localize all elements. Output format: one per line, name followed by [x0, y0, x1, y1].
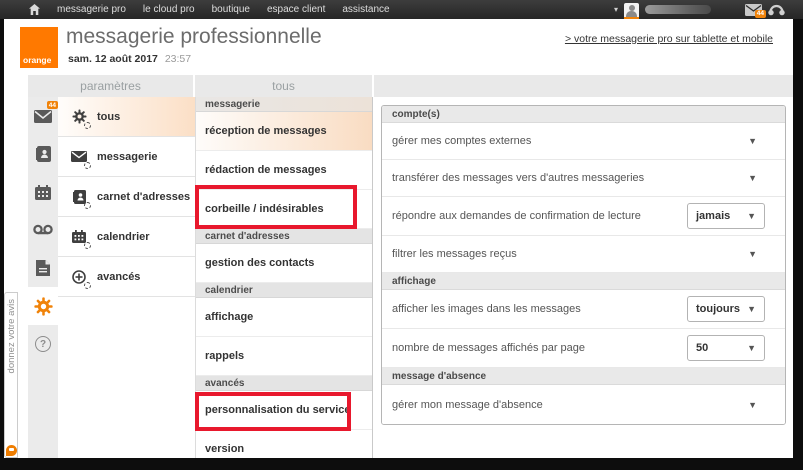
row-label: répondre aux demandes de confirmation de…	[392, 210, 641, 222]
user-name-redacted	[645, 5, 711, 14]
row-label: nombre de messages affichés par page	[392, 342, 585, 354]
panel-row-confirmation-lecture: répondre aux demandes de confirmation de…	[382, 197, 785, 236]
address-book-small-icon	[70, 189, 88, 205]
category-item-gestion-contacts[interactable]: gestion des contacts	[196, 244, 372, 283]
settings-item-messagerie[interactable]: messagerie	[58, 137, 195, 177]
category-item-version[interactable]: version	[196, 430, 372, 458]
panel-row-afficher-images: afficher les images dans les messages to…	[382, 290, 785, 329]
detail-column-header	[374, 75, 793, 97]
headset-icon[interactable]	[768, 3, 785, 16]
settings-panel: compte(s) gérer mes comptes externes ▼ t…	[381, 105, 786, 425]
rail-mail-badge: 44	[47, 101, 58, 109]
mail-count-badge: 44	[755, 10, 766, 18]
panel-row-transferer[interactable]: transférer des messages vers d'autres me…	[382, 160, 785, 197]
section-header-carnet: carnet d'adresses	[196, 229, 372, 244]
rail-mail-icon[interactable]: 44	[28, 97, 58, 135]
rail-help-icon[interactable]: ?	[28, 325, 58, 363]
rail-voicemail-icon[interactable]	[28, 211, 58, 249]
mail-notification-icon[interactable]: 44	[745, 4, 762, 16]
chevron-down-icon[interactable]: ▼	[748, 173, 757, 183]
chevron-down-icon[interactable]: ▼	[748, 249, 757, 259]
date-label: sam. 12 août 2017	[68, 53, 158, 65]
section-header-messagerie: messagerie	[196, 97, 372, 112]
user-avatar[interactable]	[624, 3, 639, 19]
select-value: toujours	[696, 303, 740, 315]
row-label: filtrer les messages reçus	[392, 248, 517, 260]
user-menu-caret-icon[interactable]: ▾	[614, 5, 618, 14]
settings-item-label: calendrier	[97, 231, 150, 243]
row-label: transférer des messages vers d'autres me…	[392, 172, 644, 184]
mobile-version-link[interactable]: > votre messagerie pro sur tablette et m…	[565, 33, 773, 45]
rail-contacts-icon[interactable]	[28, 135, 58, 173]
chevron-down-icon: ▼	[747, 211, 756, 221]
feedback-label: donnez votre avis	[6, 299, 17, 373]
calendar-small-icon	[70, 229, 88, 245]
panel-group-header-absence: message d'absence	[382, 368, 785, 385]
chevron-down-icon: ▼	[747, 304, 756, 314]
panel-group-header-affichage: affichage	[382, 273, 785, 290]
confirmation-lecture-select[interactable]: jamais ▼	[687, 203, 765, 229]
nav-espace-client[interactable]: espace client	[267, 4, 325, 15]
page-title: messagerie professionnelle	[66, 25, 322, 49]
category-item-reception[interactable]: réception de messages	[196, 112, 372, 151]
chevron-down-icon[interactable]: ▼	[748, 400, 757, 410]
nav-assistance[interactable]: assistance	[342, 4, 389, 15]
top-navigation-bar: messagerie pro le cloud pro boutique esp…	[0, 0, 803, 19]
category-item-rappels[interactable]: rappels	[196, 337, 372, 376]
nav-boutique[interactable]: boutique	[212, 4, 250, 15]
home-icon[interactable]	[29, 4, 40, 15]
settings-item-label: tous	[97, 111, 120, 123]
time-label: 23:57	[165, 53, 191, 65]
panel-group-header-comptes: compte(s)	[382, 106, 785, 123]
panel-row-comptes-externes[interactable]: gérer mes comptes externes ▼	[382, 123, 785, 160]
settings-item-calendrier[interactable]: calendrier	[58, 217, 195, 257]
nav-le-cloud-pro[interactable]: le cloud pro	[143, 4, 195, 15]
gear-small-icon	[70, 109, 88, 125]
settings-item-label: messagerie	[97, 151, 158, 163]
settings-item-carnet[interactable]: carnet d'adresses	[58, 177, 195, 217]
category-item-redaction[interactable]: rédaction de messages	[196, 151, 372, 190]
rail-notes-icon[interactable]	[28, 249, 58, 287]
app-icon-rail: 44 ?	[28, 97, 58, 458]
settings-item-label: avancés	[97, 271, 140, 283]
panel-row-filtrer[interactable]: filtrer les messages reçus ▼	[382, 236, 785, 273]
date-time: sam. 12 août 2017 23:57	[68, 53, 191, 65]
row-label: gérer mes comptes externes	[392, 135, 531, 147]
settings-item-avances[interactable]: avancés	[58, 257, 195, 297]
speech-bubble-icon	[6, 445, 17, 456]
afficher-images-select[interactable]: toujours ▼	[687, 296, 765, 322]
rail-calendar-icon[interactable]	[28, 173, 58, 211]
app-window: messagerie pro le cloud pro boutique esp…	[0, 0, 803, 470]
select-value: 50	[696, 342, 708, 354]
select-value: jamais	[696, 210, 730, 222]
category-item-personnalisation[interactable]: personnalisation du service	[196, 391, 372, 430]
category-column-header: tous	[195, 75, 372, 97]
category-item-affichage[interactable]: affichage	[196, 298, 372, 337]
panel-row-messages-par-page: nombre de messages affichés par page 50 …	[382, 329, 785, 368]
settings-nav: tous messagerie carnet d'adresses calend…	[58, 97, 195, 458]
section-header-calendrier: calendrier	[196, 283, 372, 298]
row-label: afficher les images dans les messages	[392, 303, 581, 315]
category-item-corbeille[interactable]: corbeille / indésirables	[196, 190, 372, 229]
chevron-down-icon: ▼	[747, 343, 756, 353]
feedback-tab[interactable]: donnez votre avis	[4, 292, 18, 458]
messages-par-page-select[interactable]: 50 ▼	[687, 335, 765, 361]
chevron-down-icon[interactable]: ▼	[748, 136, 757, 146]
settings-item-tous[interactable]: tous	[58, 97, 195, 137]
nav-messagerie-pro[interactable]: messagerie pro	[57, 4, 126, 15]
settings-column-header: paramètres	[28, 75, 193, 97]
plus-circle-small-icon	[70, 269, 88, 285]
settings-item-label: carnet d'adresses	[97, 191, 190, 203]
orange-logo[interactable]: orange	[20, 27, 58, 68]
row-label: gérer mon message d'absence	[392, 399, 543, 411]
frame-bottom	[0, 458, 803, 470]
category-nav: messagerie réception de messages rédacti…	[195, 97, 373, 458]
frame-right	[793, 0, 803, 470]
envelope-small-icon	[70, 149, 88, 165]
panel-row-message-absence[interactable]: gérer mon message d'absence ▼	[382, 385, 785, 424]
section-header-avances: avancés	[196, 376, 372, 391]
rail-settings-icon[interactable]	[28, 287, 58, 325]
